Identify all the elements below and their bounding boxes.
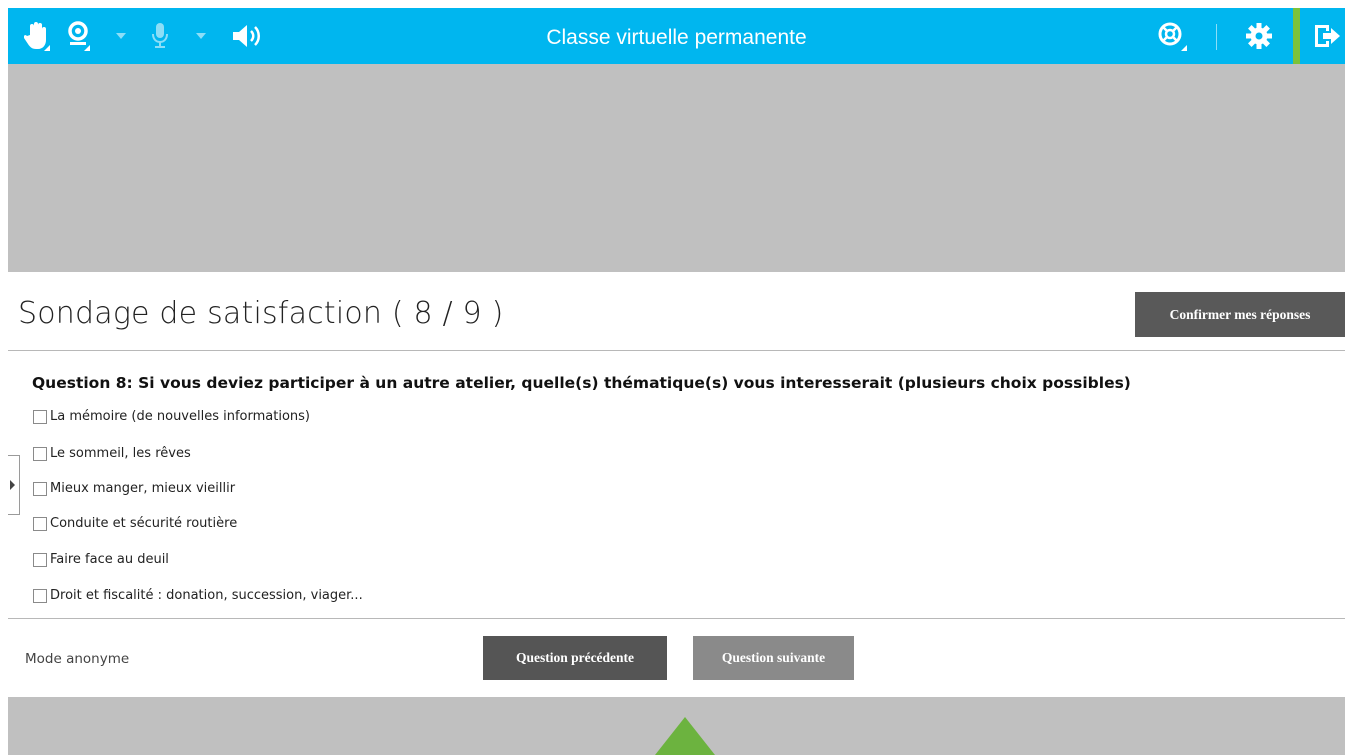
confirm-answers-button[interactable]: Confirmer mes réponses xyxy=(1135,292,1345,337)
caret-right-icon xyxy=(10,480,15,490)
checkbox[interactable] xyxy=(33,481,47,496)
next-question-button[interactable]: Question suivante xyxy=(693,636,854,680)
previous-question-button[interactable]: Question précédente xyxy=(483,636,667,680)
top-toolbar: Classe virtuelle permanente xyxy=(8,8,1345,64)
active-indicator xyxy=(1293,8,1300,64)
checkbox[interactable] xyxy=(33,588,47,603)
option-label: Mieux manger, mieux vieillir xyxy=(50,481,236,496)
webcam-icon[interactable] xyxy=(66,8,92,64)
question-text: Question 8: Si vous deviez participer à … xyxy=(32,374,1131,392)
option-manger[interactable]: Mieux manger, mieux vieillir xyxy=(33,481,235,496)
checkbox[interactable] xyxy=(33,446,47,461)
settings-icon[interactable] xyxy=(1242,8,1276,64)
divider-top xyxy=(8,350,1345,351)
anonymous-mode-label: Mode anonyme xyxy=(25,651,130,667)
video-area xyxy=(8,64,1345,272)
option-label: Conduite et sécurité routière xyxy=(50,516,238,531)
microphone-dropdown-icon[interactable] xyxy=(194,8,208,64)
option-conduite[interactable]: Conduite et sécurité routière xyxy=(33,516,237,531)
speaker-icon[interactable] xyxy=(230,8,266,64)
option-label: La mémoire (de nouvelles informations) xyxy=(50,409,310,424)
checkbox[interactable] xyxy=(33,409,47,424)
app-title: Classe virtuelle permanente xyxy=(546,26,807,49)
divider-bottom xyxy=(8,618,1345,619)
option-label: Faire face au deuil xyxy=(50,552,169,567)
raise-hand-icon[interactable] xyxy=(22,8,52,64)
option-droit[interactable]: Droit et fiscalité : donation, successio… xyxy=(33,588,363,603)
option-label: Le sommeil, les rêves xyxy=(50,446,191,461)
support-icon[interactable] xyxy=(1157,8,1187,64)
option-sommeil[interactable]: Le sommeil, les rêves xyxy=(33,446,191,461)
checkbox[interactable] xyxy=(33,516,47,531)
survey-title: Sondage de satisfaction ( 8 / 9 ) xyxy=(18,296,504,331)
webcam-dropdown-icon[interactable] xyxy=(114,8,128,64)
option-label: Droit et fiscalité : donation, successio… xyxy=(50,588,363,603)
microphone-icon[interactable] xyxy=(149,8,171,64)
toolbar-divider xyxy=(1216,24,1217,50)
bottom-panel xyxy=(8,697,1345,755)
collapse-arrow-icon[interactable] xyxy=(650,697,720,755)
checkbox[interactable] xyxy=(33,552,47,567)
exit-icon[interactable] xyxy=(1312,8,1342,64)
option-deuil[interactable]: Faire face au deuil xyxy=(33,552,169,567)
side-panel-toggle[interactable] xyxy=(8,455,20,515)
option-memoire[interactable]: La mémoire (de nouvelles informations) xyxy=(33,409,310,424)
